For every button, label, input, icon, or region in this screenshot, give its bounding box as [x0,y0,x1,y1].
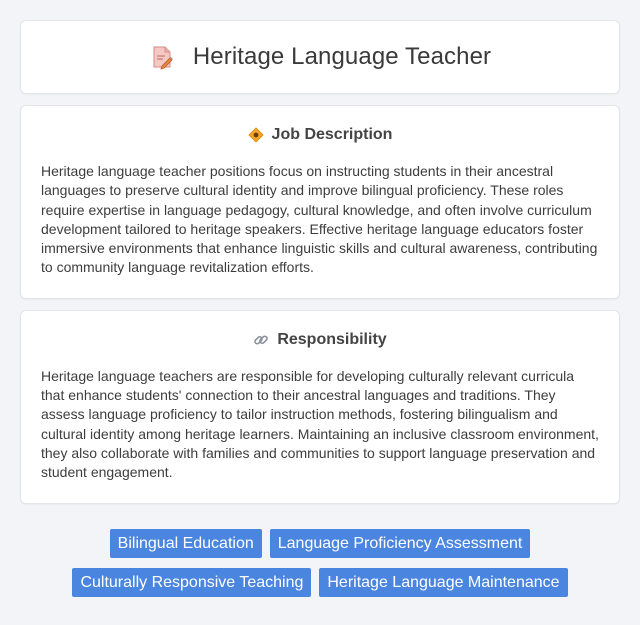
tag-bilingual-education[interactable]: Bilingual Education [109,528,262,558]
responsibility-text: Heritage language teachers are responsib… [41,367,599,481]
tag-list: Bilingual Education Language Proficiency… [20,528,620,597]
tag-heritage-language-maintenance[interactable]: Heritage Language Maintenance [319,567,568,597]
page: Heritage Language Teacher Job Descriptio… [0,0,640,625]
document-pencil-icon [149,44,175,70]
responsibility-card: Responsibility Heritage language teacher… [20,309,620,504]
tag-language-proficiency-assessment[interactable]: Language Proficiency Assessment [269,528,531,558]
tag-culturally-responsive-teaching[interactable]: Culturally Responsive Teaching [72,567,312,597]
job-description-header: Job Description [41,126,599,144]
page-title: Heritage Language Teacher [192,43,492,70]
job-description-title: Job Description [271,126,393,143]
responsibility-title: Responsibility [277,330,387,348]
header-card: Heritage Language Teacher [20,20,620,94]
job-description-text: Heritage language teacher positions focu… [41,163,598,276]
diamond-badge-icon [247,127,264,143]
responsibility-header: Responsibility [41,331,599,349]
link-icon [253,332,269,348]
job-description-card: Job Description Heritage language teache… [20,105,620,299]
